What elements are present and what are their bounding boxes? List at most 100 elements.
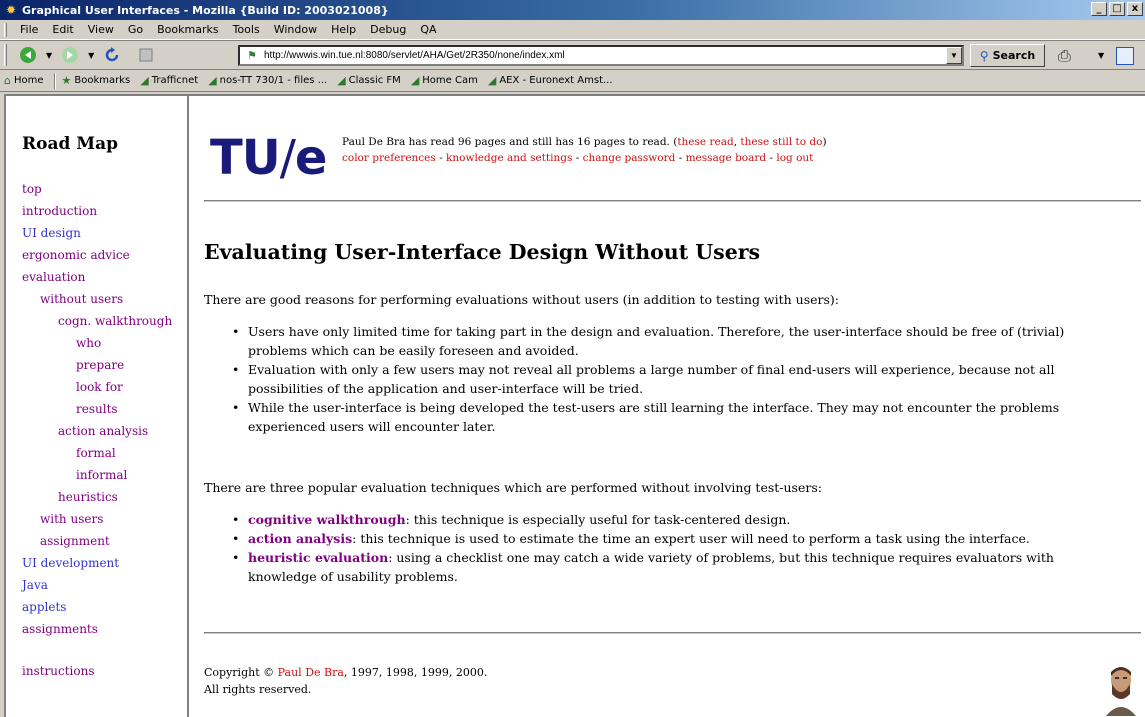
- these-to-do-link[interactable]: these still to do: [740, 136, 822, 148]
- log-out-link[interactable]: log out: [776, 152, 813, 164]
- forward-dropdown-icon[interactable]: ▼: [88, 51, 94, 60]
- color-preferences-link[interactable]: color preferences: [342, 152, 436, 164]
- divider: [204, 200, 1141, 202]
- menu-bookmarks[interactable]: Bookmarks: [150, 23, 225, 36]
- sidebar-item-top[interactable]: top: [22, 182, 42, 196]
- stop-button[interactable]: [133, 43, 159, 67]
- link-separator: -: [675, 152, 686, 164]
- bookmark-label: Home Cam: [422, 75, 478, 86]
- sidebar-item-introduction[interactable]: introduction: [22, 204, 97, 218]
- author-link[interactable]: Paul De Bra: [278, 666, 344, 679]
- menu-file[interactable]: File: [13, 23, 45, 36]
- sidebar-item-results[interactable]: results: [76, 402, 118, 416]
- sidebar-item-cogn-walkthrough[interactable]: cogn. walkthrough: [58, 314, 172, 328]
- sidebar-item-formal[interactable]: formal: [76, 446, 116, 460]
- sidebar-item-instructions[interactable]: instructions: [22, 664, 95, 678]
- url-field[interactable]: ⚑ http://wwwis.win.tue.nl:8080/servlet/A…: [238, 45, 964, 66]
- reload-button[interactable]: [99, 43, 125, 67]
- menu-help[interactable]: Help: [324, 23, 363, 36]
- sidebar-item-ergonomic-advice[interactable]: ergonomic advice: [22, 248, 130, 262]
- logo-e: e: [294, 130, 328, 186]
- list-item: action analysis: this technique is used …: [230, 529, 1120, 548]
- technique-description: : this technique is especially useful fo…: [405, 512, 791, 527]
- bookmark-home-cam[interactable]: ◢ Home Cam: [411, 74, 478, 87]
- bookmark-label: nos-TT 730/1 - files ...: [219, 75, 328, 86]
- roadmap-sidebar: Road Map top introduction UI design ergo…: [6, 96, 189, 717]
- sidebar-item-java[interactable]: Java: [22, 578, 48, 592]
- print-dropdown-icon[interactable]: ▼: [1098, 51, 1104, 60]
- logo-slash: /: [279, 130, 296, 186]
- minimize-button[interactable]: _: [1091, 2, 1107, 16]
- sidebar-item-prepare[interactable]: prepare: [76, 358, 124, 372]
- link-separator: -: [572, 152, 583, 164]
- sidebar-item-without-users[interactable]: without users: [40, 292, 123, 306]
- bookmark-label: AEX - Euronext Amst...: [499, 75, 613, 86]
- sidebar-item-evaluation[interactable]: evaluation: [22, 270, 85, 284]
- list-item: cognitive walkthrough: this technique is…: [230, 510, 1120, 529]
- window-titlebar: ✹ Graphical User Interfaces - Mozilla {B…: [0, 0, 1145, 20]
- sidebar-toggle-icon[interactable]: [1116, 47, 1134, 65]
- sidebar-item-assignment[interactable]: assignment: [40, 534, 110, 548]
- reload-icon: [106, 47, 119, 62]
- mozilla-icon: ✹: [5, 3, 17, 17]
- search-label: Search: [992, 49, 1036, 62]
- bookmarks-icon: ★: [61, 74, 72, 87]
- cognitive-walkthrough-link[interactable]: cognitive walkthrough: [248, 512, 406, 527]
- bookmark-classic-fm[interactable]: ◢ Classic FM: [337, 74, 401, 87]
- user-links: color preferences - knowledge and settin…: [342, 152, 813, 164]
- status-text: Paul De Bra has read 96 pages and still …: [342, 136, 678, 148]
- sidebar-item-look-for[interactable]: look for: [76, 380, 123, 394]
- url-text[interactable]: http://wwwis.win.tue.nl:8080/servlet/AHA…: [264, 50, 565, 61]
- search-icon: ⚲: [979, 48, 989, 63]
- sidebar-item-ui-development[interactable]: UI development: [22, 556, 119, 570]
- bookmark-home[interactable]: ⌂ Home: [4, 74, 44, 87]
- print-icon[interactable]: ⎙: [1058, 46, 1071, 66]
- sidebar-item-action-analysis[interactable]: action analysis: [58, 424, 148, 438]
- menu-window[interactable]: Window: [267, 23, 324, 36]
- link-separator: -: [766, 152, 777, 164]
- sidebar-item-ui-design[interactable]: UI design: [22, 226, 81, 240]
- bookmarks-menu[interactable]: ★ Bookmarks: [62, 74, 131, 87]
- sidebar-item-with-users[interactable]: with users: [40, 512, 103, 526]
- search-button[interactable]: ⚲ Search: [970, 44, 1045, 67]
- url-dropdown-icon[interactable]: ▼: [946, 47, 962, 64]
- window-title: Graphical User Interfaces - Mozilla {Bui…: [22, 3, 389, 17]
- menu-edit[interactable]: Edit: [45, 23, 80, 36]
- heuristic-evaluation-link[interactable]: heuristic evaluation: [248, 550, 388, 565]
- menu-view[interactable]: View: [81, 23, 121, 36]
- sidebar-item-who[interactable]: who: [76, 336, 101, 350]
- author-photo: [1106, 664, 1136, 716]
- back-button[interactable]: [15, 43, 41, 67]
- link-separator: -: [435, 152, 447, 164]
- sidebar-item-heuristics[interactable]: heuristics: [58, 490, 118, 504]
- bookmark-trafficnet[interactable]: ◢ Trafficnet: [140, 74, 198, 87]
- bookmark-label: Bookmarks: [74, 75, 131, 86]
- forward-button[interactable]: [57, 43, 83, 67]
- menu-qa[interactable]: QA: [413, 23, 443, 36]
- logo-tu: TU: [210, 130, 281, 186]
- menu-go[interactable]: Go: [121, 23, 150, 36]
- sidebar-item-applets[interactable]: applets: [22, 600, 66, 614]
- sidebar-item-informal[interactable]: informal: [76, 468, 127, 482]
- bookmark-aex[interactable]: ◢ AEX - Euronext Amst...: [488, 74, 613, 87]
- close-button[interactable]: x: [1127, 2, 1143, 16]
- sidebar-title: Road Map: [22, 134, 119, 154]
- toolbar-grip[interactable]: [4, 44, 7, 66]
- back-dropdown-icon[interactable]: ▼: [46, 51, 52, 60]
- back-arrow-icon: [20, 47, 36, 63]
- bookmark-nos-tt[interactable]: ◢ nos-TT 730/1 - files ...: [208, 74, 327, 87]
- sidebar-item-assignments[interactable]: assignments: [22, 622, 98, 636]
- window-controls: _ □ x: [1091, 2, 1143, 16]
- site-icon: ⚑: [247, 50, 257, 62]
- action-analysis-link[interactable]: action analysis: [248, 531, 352, 546]
- knowledge-settings-link[interactable]: knowledge and settings: [446, 152, 572, 164]
- menu-debug[interactable]: Debug: [363, 23, 413, 36]
- toolbar-grip[interactable]: [4, 22, 7, 37]
- restore-button[interactable]: □: [1109, 2, 1125, 16]
- change-password-link[interactable]: change password: [583, 152, 676, 164]
- these-read-link[interactable]: these read: [677, 136, 733, 148]
- stop-icon: [139, 48, 153, 62]
- message-board-link[interactable]: message board: [686, 152, 767, 164]
- reading-status: Paul De Bra has read 96 pages and still …: [342, 136, 827, 148]
- menu-tools[interactable]: Tools: [226, 23, 267, 36]
